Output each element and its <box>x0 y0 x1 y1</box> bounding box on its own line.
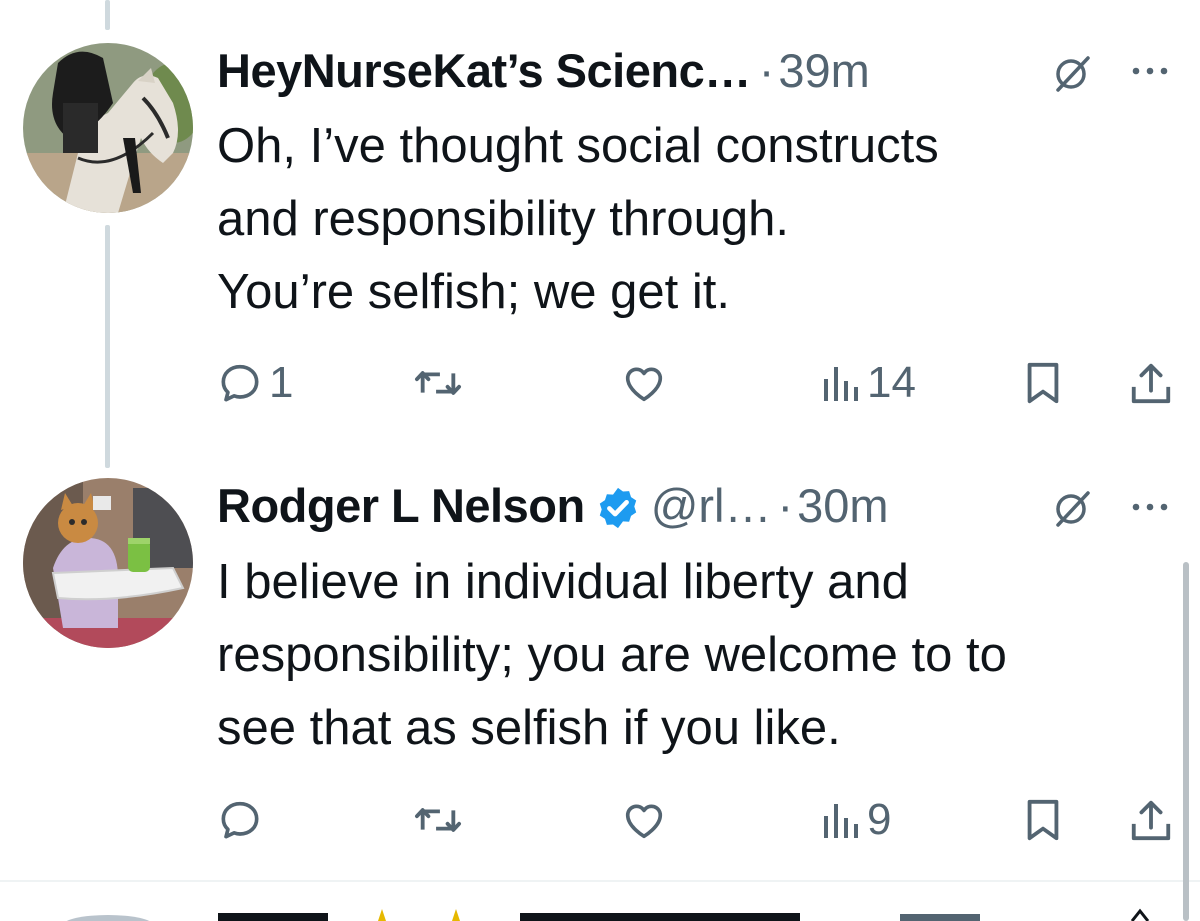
timestamp[interactable]: 30m <box>797 478 888 533</box>
tweet-text-line: I believe in individual liberty and <box>217 555 909 609</box>
tweet-text-line: Oh, I’ve thought social constructs <box>217 119 939 173</box>
avatar-horse-rider-icon <box>23 43 193 213</box>
verified-badge-icon <box>599 487 636 528</box>
reply-count: 1 <box>269 358 294 407</box>
thread-line-connector <box>105 225 110 468</box>
share-button[interactable] <box>1129 358 1173 408</box>
tweet-text: I believe in individual liberty and resp… <box>217 546 1177 765</box>
share-button[interactable] <box>1129 795 1173 845</box>
tweet-text: Oh, I’ve thought social constructs and r… <box>217 110 1177 329</box>
avatar-cat-in-highchair-icon <box>23 478 193 648</box>
like-button[interactable] <box>620 795 668 845</box>
avatar[interactable] <box>23 43 193 213</box>
retweet-button[interactable] <box>413 358 463 408</box>
views-button[interactable]: 9 <box>821 795 891 845</box>
bookmark-button[interactable] <box>1023 358 1063 408</box>
timestamp[interactable]: 39m <box>778 43 869 98</box>
share-icon <box>1131 363 1171 404</box>
next-tweet-peek <box>0 905 1200 921</box>
views-button[interactable]: 14 <box>821 358 916 408</box>
tweet-header: HeyNurseKat’s Scienc… · 39m <box>217 43 870 98</box>
bookmark-icon <box>1027 799 1059 841</box>
views-count: 9 <box>867 795 892 844</box>
views-icon <box>824 367 858 401</box>
avatar[interactable] <box>23 478 193 648</box>
reply-button[interactable] <box>217 795 269 845</box>
views-icon <box>824 804 858 838</box>
like-icon <box>625 804 663 839</box>
separator: · <box>758 44 775 97</box>
grok-icon[interactable] <box>1052 52 1094 94</box>
more-icon[interactable] <box>1130 500 1170 514</box>
thread-line-top <box>105 0 110 30</box>
author-handle[interactable]: @rl… <box>651 478 772 533</box>
tweet-text-line: and responsibility through. <box>217 192 790 246</box>
like-icon <box>625 367 663 402</box>
tweet-text-line: see that as selfish if you like. <box>217 701 841 755</box>
more-icon[interactable] <box>1130 64 1170 78</box>
scrollbar[interactable] <box>1183 562 1189 921</box>
tweet-actions: 9 <box>217 795 1177 845</box>
separator: · <box>777 479 794 532</box>
author-name[interactable]: Rodger L Nelson <box>217 478 585 533</box>
bookmark-icon <box>1027 362 1059 404</box>
views-count: 14 <box>867 358 916 407</box>
tweet-divider <box>0 880 1200 882</box>
tweet-actions: 1 14 <box>217 358 1177 408</box>
reply-icon <box>221 364 259 402</box>
share-icon <box>1131 800 1171 841</box>
author-name[interactable]: HeyNurseKat’s Scienc… <box>217 43 751 98</box>
tweet-text-line: responsibility; you are welcome to to <box>217 628 1007 682</box>
reply-icon <box>221 801 259 839</box>
tweet-header: Rodger L Nelson @rl… · 30m <box>217 478 889 533</box>
retweet-button[interactable] <box>413 795 463 845</box>
bookmark-button[interactable] <box>1023 795 1063 845</box>
like-button[interactable] <box>620 358 668 408</box>
retweet-icon <box>414 371 461 395</box>
tweet-text-line: You’re selfish; we get it. <box>217 265 730 319</box>
next-tweet-partial-icon <box>66 908 1150 921</box>
grok-icon[interactable] <box>1052 487 1094 529</box>
reply-button[interactable]: 1 <box>217 358 293 408</box>
retweet-icon <box>414 808 461 832</box>
